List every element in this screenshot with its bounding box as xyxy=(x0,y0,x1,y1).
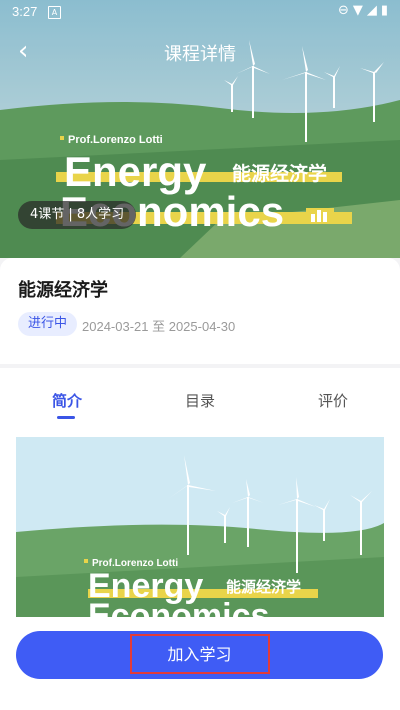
course-info-card: 能源经济学 进行中 2024-03-21 至 2025-04-30 xyxy=(0,258,400,364)
status-badge: 进行中 xyxy=(18,312,78,336)
top-nav: ‹ 课程详情 xyxy=(0,32,400,72)
wifi-icon: ▼ xyxy=(352,3,367,18)
lesson-count-badge: 4课节 | 8人学习 xyxy=(18,201,137,229)
tab-catalog[interactable]: 目录 xyxy=(185,390,215,411)
do-not-disturb-icon: ⊖ xyxy=(337,3,353,18)
status-bar: 3:27 A ⊖▼◢▮ xyxy=(0,0,400,24)
tab-intro[interactable]: 简介 xyxy=(52,390,82,411)
intro-title-line2: Economics xyxy=(88,597,269,617)
status-time: 3:27 xyxy=(12,4,38,19)
intro-title-cn: 能源经济学 xyxy=(226,578,301,596)
notification-badge: A xyxy=(48,6,61,19)
join-study-button[interactable]: 加入学习 xyxy=(16,631,383,679)
signal-icon: ◢ xyxy=(366,3,381,18)
course-name: 能源经济学 xyxy=(18,280,108,301)
bottom-action-bar: 加入学习 xyxy=(0,618,400,710)
banner-title-cn: 能源经济学 xyxy=(232,162,327,185)
join-study-label: 加入学习 xyxy=(167,645,232,664)
intro-image: Prof.Lorenzo Lotti Energy 能源经济学 Economic… xyxy=(16,437,384,617)
active-tab-indicator xyxy=(57,416,75,419)
page-title: 课程详情 xyxy=(164,44,236,65)
tab-reviews[interactable]: 评价 xyxy=(318,390,348,411)
chart-bars-icon xyxy=(306,208,334,224)
course-dates: 2024-03-21 至 2025-04-30 xyxy=(82,319,236,334)
battery-icon: ▮ xyxy=(380,3,392,18)
banner-professor: Prof.Lorenzo Lotti xyxy=(68,134,163,146)
wind-farm-illustration: Prof.Lorenzo Lotti Energy 能源经济学 Economic… xyxy=(16,437,384,617)
system-icons: ⊖▼◢▮ xyxy=(338,3,392,18)
